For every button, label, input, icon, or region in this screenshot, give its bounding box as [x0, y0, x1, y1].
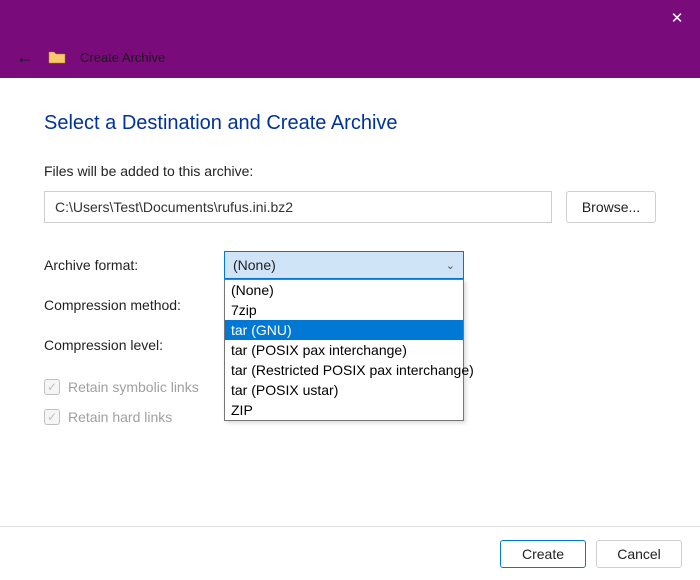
create-button[interactable]: Create — [500, 540, 586, 568]
back-arrow-icon[interactable]: ← — [16, 47, 34, 68]
archive-format-dropdown: (None)7ziptar (GNU)tar (POSIX pax interc… — [224, 279, 464, 421]
archive-format-option[interactable]: tar (POSIX pax interchange) — [225, 340, 463, 360]
check-icon: ✓ — [47, 410, 57, 424]
archive-format-option[interactable]: tar (GNU) — [225, 320, 463, 340]
folder-icon — [48, 50, 66, 64]
archive-format-option[interactable]: (None) — [225, 280, 463, 300]
chevron-down-icon: ⌄ — [446, 259, 455, 272]
archive-format-option[interactable]: 7zip — [225, 300, 463, 320]
cancel-button[interactable]: Cancel — [596, 540, 682, 568]
close-icon: ✕ — [671, 9, 684, 27]
compression-level-label: Compression level: — [44, 337, 224, 353]
archive-format-option[interactable]: tar (POSIX ustar) — [225, 380, 463, 400]
content-area: Select a Destination and Create Archive … — [0, 78, 700, 425]
dialog-footer: Create Cancel — [0, 526, 700, 580]
retain-symbolic-links-label: Retain symbolic links — [68, 379, 199, 395]
title-bar: ✕ — [0, 0, 700, 36]
browse-button[interactable]: Browse... — [566, 191, 656, 223]
retain-hard-links-label: Retain hard links — [68, 409, 172, 425]
archive-format-option[interactable]: tar (Restricted POSIX pax interchange) — [225, 360, 463, 380]
close-button[interactable]: ✕ — [654, 0, 700, 36]
compression-method-label: Compression method: — [44, 297, 224, 313]
archive-format-select-wrap: (None) ⌄ (None)7ziptar (GNU)tar (POSIX p… — [224, 251, 464, 279]
retain-symbolic-links-checkbox: ✓ — [44, 379, 60, 395]
retain-hard-links-checkbox: ✓ — [44, 409, 60, 425]
check-icon: ✓ — [47, 380, 57, 394]
intro-text: Files will be added to this archive: — [44, 163, 656, 179]
archive-format-option[interactable]: ZIP — [225, 400, 463, 420]
path-row: Browse... — [44, 191, 656, 223]
header-title: Create Archive — [80, 50, 165, 65]
archive-format-selected-value: (None) — [233, 257, 276, 273]
dialog-window: ✕ ← Create Archive Select a Destination … — [0, 0, 700, 580]
archive-path-input[interactable] — [44, 191, 552, 223]
page-title: Select a Destination and Create Archive — [44, 112, 656, 135]
header-bar: ← Create Archive — [0, 36, 700, 78]
archive-format-select[interactable]: (None) ⌄ — [224, 251, 464, 279]
archive-format-row: Archive format: (None) ⌄ (None)7ziptar (… — [44, 245, 656, 285]
archive-format-label: Archive format: — [44, 257, 224, 273]
